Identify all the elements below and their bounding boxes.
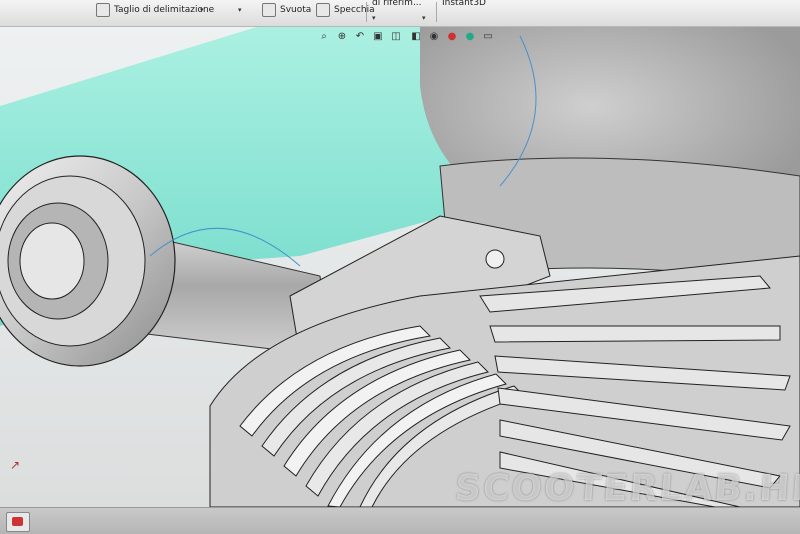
bounding-cut-icon <box>96 3 110 17</box>
instant3d-command[interactable]: Instant3D <box>442 0 486 8</box>
shell-label: Svuota <box>280 5 312 15</box>
zoom-area-icon[interactable]: ⊕ <box>336 31 348 43</box>
bounding-cut-command[interactable]: Taglio di delimitazione <box>96 3 214 17</box>
mirror-label: Specchia <box>334 5 375 15</box>
toolbar-divider <box>436 2 437 22</box>
taskbar-app-button[interactable] <box>6 512 30 532</box>
shell-command[interactable]: Svuota <box>262 3 311 17</box>
cad-model-render <box>0 26 800 507</box>
taskbar <box>0 507 800 534</box>
hide-show-icon[interactable]: ◉ <box>428 31 440 43</box>
section-view-icon[interactable]: ▣ <box>372 31 384 43</box>
graphics-viewport[interactable] <box>0 26 800 507</box>
flange-hole <box>19 222 85 300</box>
mirror-icon <box>316 3 330 17</box>
view-settings-icon[interactable]: ▭ <box>482 31 494 43</box>
heads-up-toolbar: ⌕ ⊕ ↶ ▣ ◫ <box>318 31 402 45</box>
previous-view-icon[interactable]: ↶ <box>354 31 366 43</box>
apply-scene-icon[interactable]: ● <box>464 31 476 43</box>
edit-appearance-icon[interactable]: ● <box>446 31 458 43</box>
watermark: SCOOTERLAB.HK <box>453 468 800 509</box>
instant3d-label: Instant3D <box>442 0 486 8</box>
heads-up-toolbar-right: ◧ ◉ ● ● ▭ <box>410 31 494 45</box>
chevron-down-icon[interactable]: ▾ <box>372 14 376 22</box>
toolbar-divider <box>366 2 367 22</box>
command-toolbar: Taglio di delimitazione ▾ ▾ Svuota Specc… <box>0 0 800 27</box>
shell-icon <box>262 3 276 17</box>
bracket-hole <box>485 249 505 269</box>
zoom-fit-icon[interactable]: ⌕ <box>318 31 330 43</box>
chevron-down-icon[interactable]: ▾ <box>200 6 204 14</box>
reference-geometry-label: di riferim... <box>372 0 422 8</box>
head-fin <box>489 325 781 343</box>
chevron-down-icon[interactable]: ▾ <box>238 6 242 14</box>
display-style-icon[interactable]: ◧ <box>410 31 422 43</box>
chevron-down-icon[interactable]: ▾ <box>422 14 426 22</box>
coordinate-triad-icon: ↗ <box>10 458 21 472</box>
view-orientation-icon[interactable]: ◫ <box>390 31 402 43</box>
reference-geometry-command[interactable]: di riferim... <box>372 0 422 8</box>
